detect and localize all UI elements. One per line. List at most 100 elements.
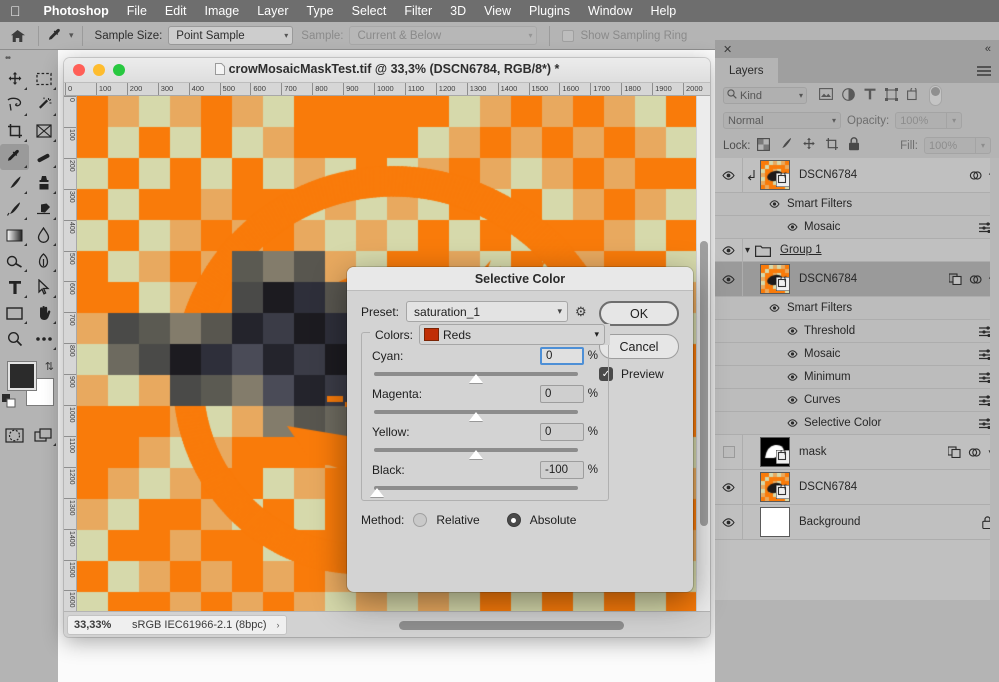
menu-item-help[interactable]: Help — [641, 4, 685, 18]
cyan-track[interactable] — [374, 372, 578, 383]
lock-position-icon[interactable] — [802, 137, 816, 154]
filter-visibility-icon[interactable] — [787, 396, 798, 404]
menu-item-image[interactable]: Image — [195, 4, 248, 18]
rectangle-tool[interactable] — [0, 300, 29, 326]
layer-thumbnail[interactable] — [760, 160, 790, 190]
blur-tool[interactable] — [29, 222, 58, 248]
layer-name[interactable]: Mosaic — [804, 348, 840, 360]
layer-row[interactable]: Smart Filters — [715, 297, 999, 320]
vertical-ruler[interactable]: 0 100 200 300 400 500 600 700 800 900 1000 1100 1200… — [64, 96, 77, 611]
smart-object-filter-icon[interactable] — [907, 86, 920, 104]
menu-item-type[interactable]: Type — [298, 4, 343, 18]
layers-scrollbar[interactable] — [990, 158, 999, 600]
fx-adjust-icon[interactable] — [969, 273, 982, 286]
swap-colors-icon[interactable]: ⇅ — [45, 360, 54, 373]
fill-input[interactable]: 100% — [924, 137, 976, 154]
fx-adjust-icon[interactable] — [968, 446, 982, 459]
layer-name[interactable]: Selective Color — [804, 417, 881, 429]
clone-stamp-tool[interactable] — [29, 170, 58, 196]
layer-row[interactable]: Selective Color — [715, 412, 999, 435]
menu-item-photoshop[interactable]: Photoshop — [35, 4, 118, 18]
filter-visibility-icon[interactable] — [787, 327, 798, 335]
layer-name[interactable]: DSCN6784 — [799, 481, 857, 493]
layer-filter-toggle[interactable] — [929, 85, 942, 106]
sample-size-select[interactable]: Point Sample ▾ — [168, 26, 294, 45]
lock-artboard-icon[interactable] — [825, 137, 839, 154]
layer-visibility-toggle[interactable] — [715, 262, 743, 296]
layer-row[interactable]: DSCN6784 — [715, 470, 999, 505]
horizontal-scrollbar-thumb[interactable] — [399, 621, 624, 630]
layer-name[interactable]: DSCN6784 — [799, 273, 857, 285]
yellow-track[interactable] — [374, 448, 578, 459]
layer-name[interactable]: Smart Filters — [787, 198, 852, 210]
lasso-tool[interactable] — [0, 92, 29, 118]
filter-visibility-icon[interactable] — [787, 419, 798, 427]
layer-row[interactable]: ▾ Group 1 — [715, 239, 999, 262]
menu-item-window[interactable]: Window — [579, 4, 641, 18]
yellow-knob[interactable] — [469, 450, 483, 459]
black-input[interactable]: -100 — [540, 461, 584, 479]
black-knob[interactable] — [370, 488, 384, 497]
rectangular-marquee-tool[interactable] — [29, 66, 58, 92]
layer-thumbnail[interactable] — [760, 472, 790, 502]
magenta-track[interactable] — [374, 410, 578, 421]
smart-filters-visibility-icon[interactable] — [769, 304, 780, 312]
tab-layers[interactable]: Layers — [715, 58, 778, 83]
layer-name[interactable]: Group 1 — [780, 244, 822, 256]
tools-panel-grip[interactable]: •• — [0, 50, 58, 66]
history-brush-tool[interactable] — [0, 196, 29, 222]
move-tool[interactable] — [0, 66, 29, 92]
magenta-knob[interactable] — [469, 412, 483, 421]
zoom-tool[interactable] — [0, 326, 29, 352]
path-selection-tool[interactable] — [29, 274, 58, 300]
hand-tool[interactable] — [29, 300, 58, 326]
ok-button[interactable]: OK — [599, 301, 679, 326]
cyan-input[interactable]: 0 — [540, 347, 584, 365]
smart-filters-visibility-icon[interactable] — [769, 200, 780, 208]
layer-name[interactable]: Background — [799, 516, 860, 528]
filter-visibility-icon[interactable] — [787, 350, 798, 358]
eraser-tool[interactable] — [29, 196, 58, 222]
layer-name[interactable]: Mosaic — [804, 221, 840, 233]
group-expand-chevron-icon[interactable]: ▾ — [745, 245, 750, 256]
layer-visibility-toggle[interactable] — [715, 470, 743, 504]
layer-row[interactable]: Minimum — [715, 366, 999, 389]
filter-visibility-icon[interactable] — [787, 223, 798, 231]
layer-row[interactable]: Background — [715, 505, 999, 540]
sample-select[interactable]: Current & Below ▾ — [349, 26, 538, 45]
adjustment-filter-icon[interactable] — [842, 87, 855, 104]
menu-item-plugins[interactable]: Plugins — [520, 4, 579, 18]
layer-thumbnail[interactable] — [760, 507, 790, 537]
black-track[interactable] — [370, 486, 578, 497]
opacity-input[interactable]: 100% — [895, 112, 948, 129]
layer-name[interactable]: Curves — [804, 394, 840, 406]
home-icon[interactable] — [0, 29, 34, 43]
layer-visibility-toggle[interactable] — [715, 239, 743, 261]
show-sampling-ring-checkbox[interactable] — [562, 29, 575, 42]
layer-visibility-toggle[interactable] — [715, 435, 743, 469]
panel-menu-icon[interactable] — [977, 64, 991, 82]
preset-options-gear-icon[interactable]: ⚙ — [575, 304, 587, 320]
layer-visibility-toggle[interactable] — [715, 158, 743, 192]
pen-tool[interactable] — [29, 248, 58, 274]
more-tools-button[interactable] — [29, 326, 58, 352]
layer-thumbnail[interactable] — [760, 437, 790, 467]
chevron-down-icon[interactable]: ▾ — [69, 30, 74, 41]
layer-row[interactable]: DSCN6784^ — [715, 158, 999, 193]
blend-mode-select[interactable]: Normal ▾ — [723, 112, 841, 129]
foreground-color-swatch[interactable] — [8, 362, 36, 390]
status-expand-arrow-icon[interactable]: › — [277, 620, 280, 630]
opacity-stepper-icon[interactable]: ▾ — [947, 112, 963, 129]
eyedropper-tool[interactable] — [0, 144, 29, 170]
crop-tool[interactable] — [0, 118, 29, 144]
menu-item-file[interactable]: File — [118, 4, 156, 18]
layer-name[interactable]: Minimum — [804, 371, 851, 383]
mask-link-icon[interactable] — [948, 446, 962, 458]
layer-row[interactable]: mask▾ — [715, 435, 999, 470]
method-relative-radio[interactable] — [413, 513, 428, 527]
brush-tool[interactable] — [0, 170, 29, 196]
magenta-input[interactable]: 0 — [540, 385, 584, 403]
dodge-tool[interactable] — [0, 248, 29, 274]
vertical-scrollbar-thumb[interactable] — [700, 241, 708, 526]
menu-item-3d[interactable]: 3D — [441, 4, 475, 18]
